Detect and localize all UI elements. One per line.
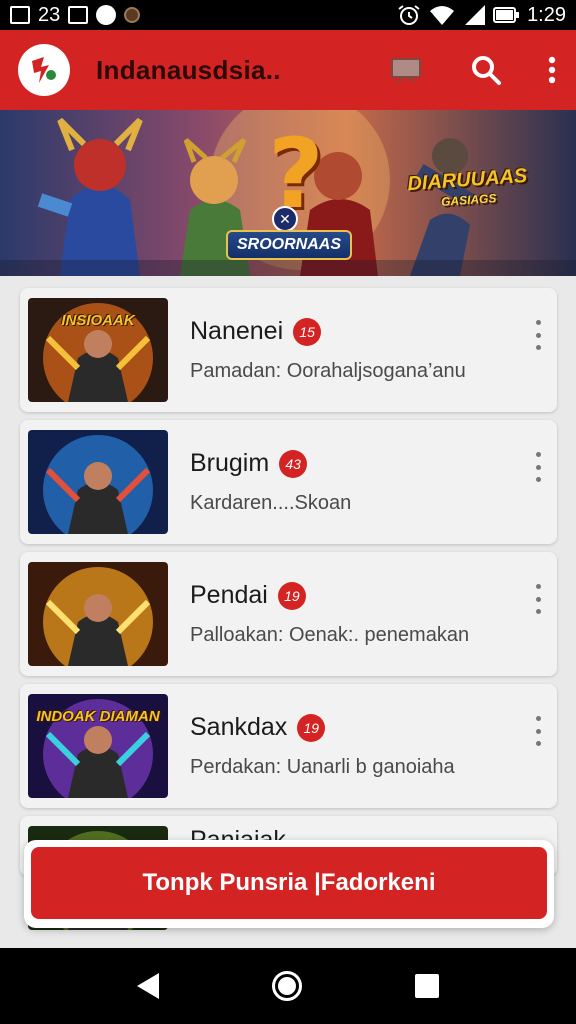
item-title: Brugim: [190, 449, 270, 477]
list-item[interactable]: Brugim 43 Kardaren....Skoan: [20, 420, 557, 544]
recents-icon[interactable]: [415, 974, 440, 998]
game-thumbnail: INDOAK DIAMAN: [28, 694, 168, 798]
app-screen: 23 1:29 Indanausdsia.. ? ✕ SROORNAAS DIA…: [0, 0, 576, 1024]
image-icon: [10, 6, 30, 24]
promo-banner[interactable]: ? ✕ SROORNAAS DIARUUAAS GASIAGS: [0, 110, 576, 276]
item-title: Pendai: [190, 581, 268, 609]
notification-count: 23: [38, 3, 61, 26]
alarm-icon: [398, 5, 420, 25]
banner-label: SROORNAAS: [226, 230, 352, 260]
thumbnail-caption: INDOAK DIAMAN: [36, 708, 160, 725]
game-thumbnail: INSIOAAK: [28, 298, 168, 402]
thumbnail-caption: INSIOAAK: [61, 312, 135, 329]
image-icon: [68, 6, 89, 24]
more-vert-icon[interactable]: [533, 320, 543, 350]
item-title: Nanenei: [190, 317, 284, 345]
search-icon: [472, 56, 501, 85]
app-icon: [124, 7, 141, 23]
app-title: Indanausdsia..: [96, 54, 281, 85]
cast-button[interactable]: [390, 56, 424, 84]
more-vert-icon[interactable]: [533, 452, 543, 482]
status-bar: 23 1:29: [0, 0, 576, 30]
cta-container: Tonpk Punsria |Fadorkeni: [24, 840, 554, 928]
game-list: INSIOAAK Nanenei 15 Pamadan: Oorahaljsogana…: [20, 288, 557, 930]
wifi-icon: [430, 6, 455, 25]
more-vert-icon: [548, 56, 556, 84]
signal-icon: [465, 5, 486, 25]
item-badge: 15: [293, 317, 322, 346]
overflow-menu-button[interactable]: [548, 56, 556, 84]
back-icon[interactable]: [136, 973, 159, 999]
primary-action-button[interactable]: Tonpk Punsria |Fadorkeni: [31, 847, 547, 919]
item-subtitle: Palloakan: Oenak:. penemakan: [190, 624, 470, 646]
logo-mark-icon: [32, 57, 56, 83]
cast-icon: [391, 58, 421, 83]
game-thumbnail: [28, 562, 168, 666]
home-icon[interactable]: [271, 971, 302, 1001]
list-item[interactable]: INDOAK DIAMAN Sankdax 19 Perdakan: Uanarli …: [20, 684, 557, 808]
item-subtitle: Perdakan: Uanarli b ganoiaha: [190, 756, 455, 778]
navigation-bar: [0, 948, 576, 1024]
battery-icon: [493, 7, 520, 23]
item-subtitle: Pamadan: Oorahaljsogana’anu: [190, 360, 466, 382]
app-bar: Indanausdsia..: [0, 30, 576, 110]
game-thumbnail: [28, 430, 168, 534]
item-badge: 19: [277, 581, 306, 610]
clock-icon: [96, 5, 117, 25]
item-title: Sankdax: [190, 713, 288, 741]
item-badge: 43: [279, 449, 308, 478]
more-vert-icon[interactable]: [533, 584, 543, 614]
list-item[interactable]: INSIOAAK Nanenei 15 Pamadan: Oorahaljsogana…: [20, 288, 557, 412]
status-time: 1:29: [527, 3, 566, 26]
more-vert-icon[interactable]: [533, 716, 543, 746]
item-subtitle: Kardaren....Skoan: [190, 492, 352, 514]
banner-close-icon[interactable]: ✕: [272, 206, 298, 232]
app-logo[interactable]: [18, 44, 70, 96]
item-badge: 19: [297, 713, 326, 742]
list-item[interactable]: Pendai 19 Palloakan: Oenak:. penemakan: [20, 552, 557, 676]
search-button[interactable]: [470, 54, 502, 86]
